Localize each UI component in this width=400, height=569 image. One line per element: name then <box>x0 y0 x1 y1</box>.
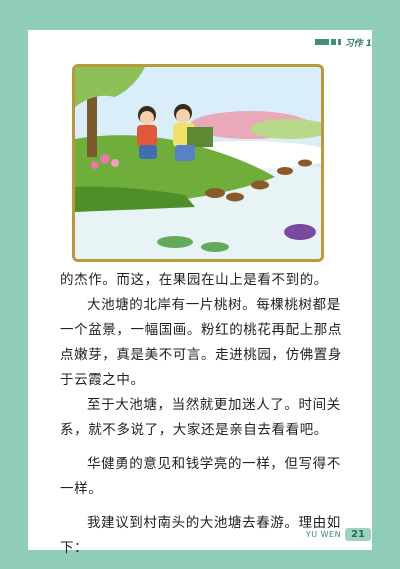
duck <box>205 188 225 198</box>
reeds-purple <box>284 224 316 240</box>
duck <box>226 192 244 202</box>
flower <box>111 159 119 167</box>
flower <box>100 154 110 164</box>
duck <box>251 180 269 190</box>
illustration-two-children-by-pond <box>72 64 324 262</box>
page-number: 21 <box>345 528 371 541</box>
header-bar <box>337 39 341 45</box>
header-bar <box>314 39 329 45</box>
flower <box>91 161 99 169</box>
girl-pants <box>139 145 157 159</box>
pond-scene-image <box>75 67 321 259</box>
boy-pants <box>175 145 195 161</box>
header-bar <box>330 39 336 45</box>
page-header: 习作 1 <box>314 36 372 49</box>
lily-pad <box>157 236 193 248</box>
lily-pad <box>201 242 229 252</box>
body-text: 的杰作。而这，在果园在山上是看不到的。 大池塘的北岸有一片桃树。每棵桃树都是一个… <box>60 268 350 561</box>
boy-face <box>176 109 190 123</box>
girl-face <box>140 111 154 125</box>
paragraph-3: 至于大池塘，当然就更加迷人了。时间关系，就不多说了，大家还是亲自去看看吧。 <box>60 397 341 438</box>
section-title: 习作 1 <box>344 38 372 49</box>
paragraph-1: 的杰作。而这，在果园在山上是看不到的。 <box>60 272 328 288</box>
header-decoration <box>314 39 341 45</box>
paragraph-4: 华健勇的意见和钱学亮的一样，但写得不一样。 <box>60 456 341 497</box>
duck <box>277 167 293 175</box>
drawing-board <box>187 127 213 147</box>
duck <box>298 159 312 167</box>
paragraph-2: 大池塘的北岸有一片桃树。每棵桃树都是一个盆景，一幅国画。粉红的桃花再配上那点点嫩… <box>60 297 342 388</box>
page-footer: YU WEN 21 <box>306 528 371 541</box>
footer-label: YU WEN <box>305 530 342 539</box>
girl-shirt <box>137 125 157 147</box>
